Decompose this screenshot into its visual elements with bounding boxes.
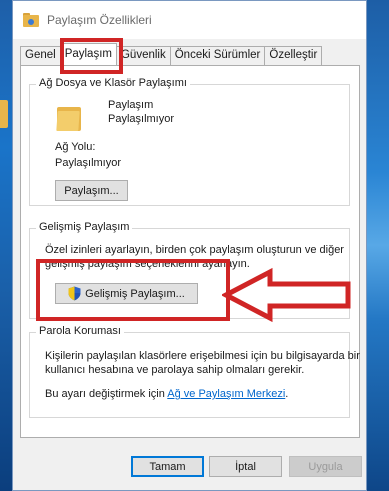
title-bar[interactable]: Paylaşım Özellikleri <box>13 1 366 39</box>
share-button[interactable]: Paylaşım... <box>55 180 128 201</box>
cancel-button[interactable]: İptal <box>209 456 282 477</box>
advanced-sharing-title: Gelişmiş Paylaşım <box>36 221 133 233</box>
password-protection-change-text: Bu ayarı değiştirmek için Ağ ve Paylaşım… <box>45 388 288 400</box>
advanced-sharing-description-line2: gelişmiş paylaşım seçeneklerini ayarlayı… <box>45 258 250 270</box>
desktop-background-right <box>367 0 389 491</box>
uac-shield-icon <box>68 286 81 301</box>
tab-customize[interactable]: Özelleştir <box>264 46 323 65</box>
advanced-sharing-button-label: Gelişmiş Paylaşım... <box>85 287 185 300</box>
tab-strip: Genel Paylaşım Güvenlik Önceki Sürümler … <box>20 43 323 65</box>
tab-sharing[interactable]: Paylaşım <box>59 43 117 65</box>
tab-previous-versions[interactable]: Önceki Sürümler <box>169 46 266 65</box>
network-sharing-center-link[interactable]: Ağ ve Paylaşım Merkezi <box>167 388 285 400</box>
network-path-value: Paylaşılmıyor <box>55 157 122 169</box>
network-sharing-group: Ağ Dosya ve Klasör Paylaşımı Paylaşım Pa… <box>29 77 350 206</box>
properties-dialog: Paylaşım Özellikleri Genel Paylaşım Güve… <box>12 0 367 491</box>
folder-icon <box>56 103 81 131</box>
desktop-folder-icon <box>0 100 8 128</box>
apply-button[interactable]: Uygula <box>289 456 362 477</box>
password-protection-group: Parola Koruması Kişilerin paylaşılan kla… <box>29 325 360 418</box>
tab-general[interactable]: Genel <box>20 46 61 65</box>
advanced-sharing-description-line1: Özel izinleri ayarlayın, birden çok payl… <box>45 244 344 256</box>
folder-share-status: Paylaşılmıyor <box>108 113 175 125</box>
sharing-tab-panel: Ağ Dosya ve Klasör Paylaşımı Paylaşım Pa… <box>20 65 360 438</box>
ok-button[interactable]: Tamam <box>131 456 204 477</box>
network-sharing-title: Ağ Dosya ve Klasör Paylaşımı <box>36 77 190 89</box>
network-path-label: Ağ Yolu: <box>55 141 96 153</box>
advanced-sharing-button[interactable]: Gelişmiş Paylaşım... <box>55 283 198 304</box>
tab-security[interactable]: Güvenlik <box>115 46 171 65</box>
password-protection-line2: kullanıcı hesabına ve parolaya sahip olm… <box>45 364 305 376</box>
window-title: Paylaşım Özellikleri <box>47 13 152 27</box>
folder-name: Paylaşım <box>108 99 154 111</box>
change-prefix: Bu ayarı değiştirmek için <box>45 388 165 400</box>
change-suffix: . <box>285 388 289 400</box>
advanced-sharing-group: Gelişmiş Paylaşım Özel izinleri ayarlayı… <box>29 221 350 319</box>
shared-folder-icon <box>23 13 39 27</box>
password-protection-line1: Kişilerin paylaşılan klasörlere erişebil… <box>45 350 360 362</box>
password-protection-title: Parola Koruması <box>36 325 124 337</box>
desktop-background-left <box>0 0 12 491</box>
